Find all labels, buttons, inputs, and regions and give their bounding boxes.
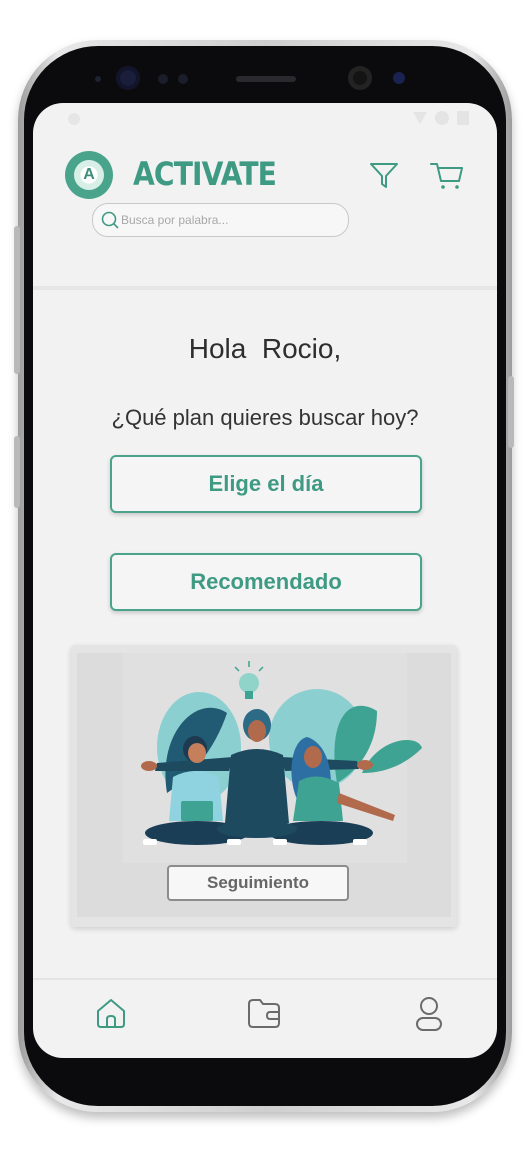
volume-button — [14, 226, 20, 374]
greeting-text: Hola Rocio, — [188, 333, 342, 364]
signal-icon — [435, 111, 449, 125]
choose-day-button[interactable]: Elige el día — [110, 455, 422, 513]
home-icon[interactable] — [94, 996, 128, 1030]
recommended-button[interactable]: Recomendado — [110, 553, 422, 611]
search-icon — [101, 211, 119, 229]
phone-mockup: A ACTIVATE Hola Rocio, ¿Qué plan quieres… — [0, 0, 530, 1162]
filter-icon[interactable] — [369, 161, 399, 189]
status-bar — [413, 111, 469, 125]
tracking-button[interactable]: Seguimiento — [167, 865, 349, 901]
header-divider — [33, 286, 497, 290]
wifi-icon — [413, 112, 427, 124]
user-icon[interactable] — [414, 996, 444, 1034]
notification-dot-icon — [68, 113, 80, 125]
cart-icon[interactable] — [430, 161, 464, 191]
sensor-icon — [158, 74, 168, 84]
logo-letter: A — [74, 160, 104, 190]
bottom-nav-divider — [33, 978, 497, 980]
power-button — [508, 376, 514, 448]
camera-icon — [116, 66, 140, 90]
search-input[interactable] — [121, 213, 331, 227]
app-logo[interactable]: A — [65, 151, 113, 199]
brand-title: ACTIVATE — [133, 155, 277, 193]
side-button — [14, 436, 20, 508]
battery-icon — [457, 111, 469, 125]
sensor-icon — [178, 74, 188, 84]
speaker-grille — [236, 76, 296, 82]
search-bar[interactable] — [92, 203, 349, 237]
wallet-icon[interactable] — [246, 996, 282, 1030]
question-text: ¿Qué plan quieres buscar hoy? — [111, 405, 419, 430]
app-screen: A ACTIVATE Hola Rocio, ¿Qué plan quieres… — [33, 103, 497, 1058]
iris-sensor-icon — [393, 72, 405, 84]
front-camera-icon — [348, 66, 372, 90]
sensor-icon — [95, 76, 101, 82]
